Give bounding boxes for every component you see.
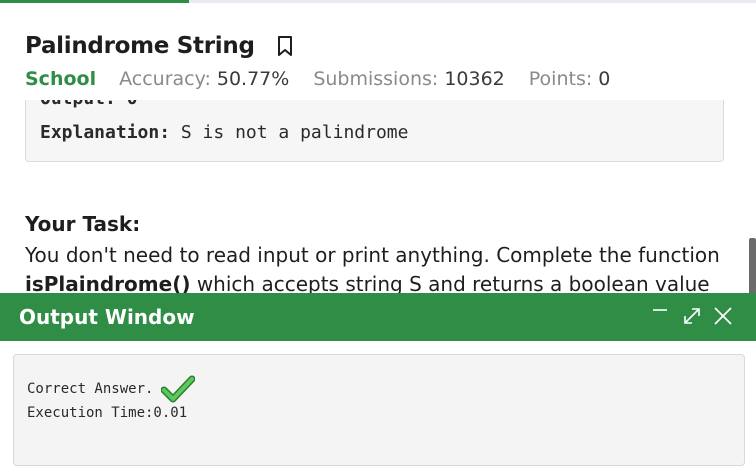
difficulty-badge[interactable]: School	[25, 68, 96, 90]
output-window-header: Output Window	[0, 293, 756, 341]
scrollbar-thumb[interactable]	[749, 238, 756, 298]
page-progress-bar	[0, 0, 756, 3]
submissions-value: 10362	[444, 68, 505, 90]
minimize-icon[interactable]	[648, 303, 674, 329]
accuracy-label: Accuracy:	[119, 68, 211, 90]
result-text: Correct Answer.	[27, 381, 154, 397]
problem-title: Palindrome String	[25, 33, 255, 59]
result-line: Correct Answer.	[27, 375, 196, 403]
accuracy-value: 50.77%	[216, 68, 290, 90]
points-value: 0	[598, 68, 611, 90]
page-progress-fill	[0, 0, 189, 3]
submissions-label: Submissions:	[313, 68, 439, 90]
example-explanation-line: Explanation: S is not a palindrome	[40, 122, 408, 143]
problem-meta: School Accuracy: 50.77% Submissions: 103…	[25, 68, 634, 90]
execution-time: Execution Time:0.01	[27, 405, 188, 421]
checkmark-icon	[161, 375, 196, 403]
task-heading: Your Task:	[25, 212, 141, 236]
explanation-text: S is not a palindrome	[170, 122, 409, 143]
output-window-body: Correct Answer. Execution Time:0.01	[13, 354, 745, 466]
example-code-block: Output: 0 Explanation: S is not a palind…	[25, 100, 724, 162]
bookmark-icon[interactable]	[275, 34, 295, 58]
output-window-title: Output Window	[19, 305, 195, 329]
task-description: You don't need to read input or print an…	[25, 241, 725, 299]
explanation-label: Explanation:	[40, 122, 171, 143]
expand-icon[interactable]	[679, 303, 705, 329]
points-label: Points:	[528, 68, 593, 90]
task-text-before: You don't need to read input or print an…	[25, 243, 720, 267]
example-output-line: Output: 0	[40, 100, 138, 109]
close-icon[interactable]	[710, 303, 736, 329]
problem-header: Palindrome String	[25, 33, 295, 59]
